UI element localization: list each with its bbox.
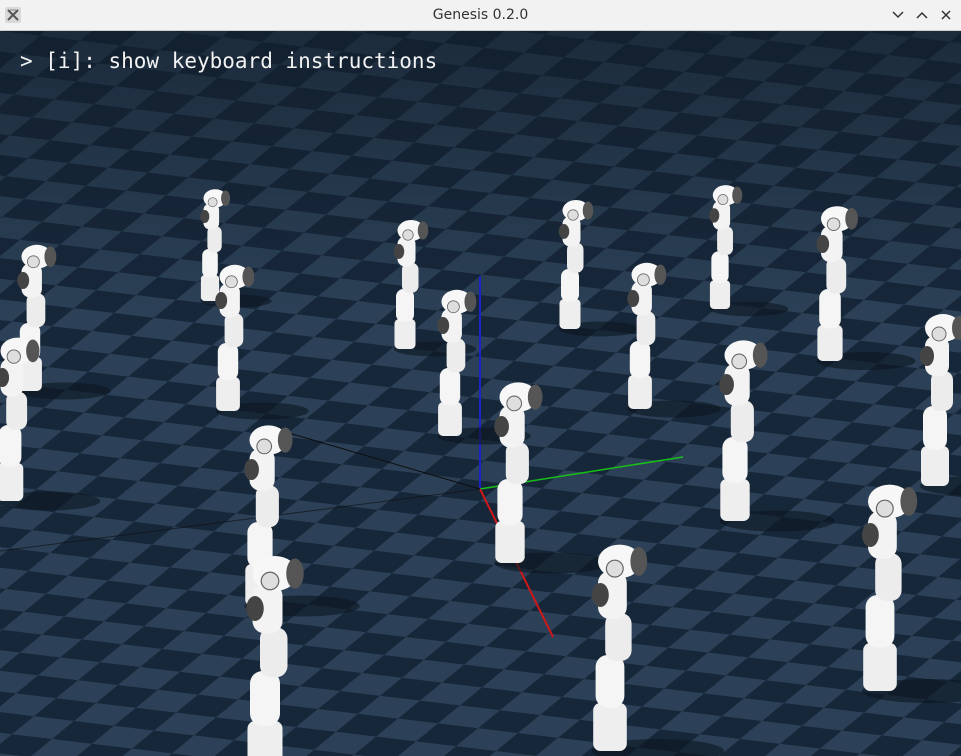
- keyboard-instructions-hint: > [i]: show keyboard instructions: [20, 49, 438, 73]
- window-title: Genesis 0.2.0: [432, 7, 529, 23]
- maximize-icon: [916, 11, 928, 19]
- title-bar[interactable]: Genesis 0.2.0: [0, 0, 961, 31]
- app-window: Genesis 0.2.0 > [i]: show keyboard instr…: [0, 0, 961, 756]
- maximize-button[interactable]: [912, 5, 932, 25]
- 3d-viewport[interactable]: > [i]: show keyboard instructions: [0, 31, 961, 756]
- close-icon: [941, 10, 951, 20]
- close-button[interactable]: [936, 5, 956, 25]
- minimize-icon: [892, 11, 904, 19]
- minimize-button[interactable]: [888, 5, 908, 25]
- scene-canvas[interactable]: [0, 31, 961, 756]
